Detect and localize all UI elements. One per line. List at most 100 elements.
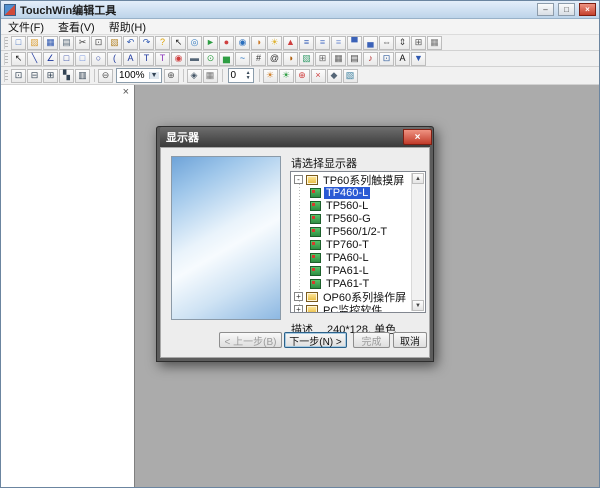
dialog-close-button[interactable]: × bbox=[403, 129, 432, 145]
clear-icon[interactable]: × bbox=[310, 68, 326, 83]
static-text-icon[interactable]: T bbox=[139, 51, 154, 66]
open-icon[interactable]: ▨ bbox=[27, 35, 42, 50]
grid-icon[interactable]: ▦ bbox=[427, 35, 442, 50]
menu-view[interactable]: 查看(V) bbox=[51, 19, 102, 34]
image-library-icon[interactable]: ▧ bbox=[342, 68, 358, 83]
arc-icon[interactable]: ( bbox=[107, 51, 122, 66]
back-button[interactable]: < 上一步(B) bbox=[219, 332, 282, 348]
online-simulate-icon[interactable]: ☀ bbox=[278, 68, 294, 83]
titlebar[interactable]: TouchWin编辑工具 – □ × bbox=[1, 1, 599, 19]
rect-icon[interactable]: □ bbox=[59, 51, 74, 66]
group-icon[interactable]: ⊞ bbox=[411, 35, 426, 50]
scroll-down-icon[interactable]: ▼ bbox=[412, 300, 424, 311]
number-display-icon[interactable]: # bbox=[251, 51, 266, 66]
state-spinner[interactable]: 0 ▲ ▼ bbox=[227, 68, 254, 83]
arrange-icons-icon[interactable]: ▚ bbox=[59, 68, 74, 83]
scroll-up-icon[interactable]: ▲ bbox=[412, 173, 424, 184]
round-rect-icon[interactable]: □ bbox=[75, 51, 90, 66]
download-icon[interactable]: ▼ bbox=[411, 51, 426, 66]
tree-item-pc[interactable]: + PC监控软件 bbox=[292, 303, 410, 312]
undo-icon[interactable]: ↶ bbox=[123, 35, 138, 50]
tree-item-tp60[interactable]: - TP60系列触摸屏 bbox=[292, 173, 410, 187]
help-icon[interactable]: ? bbox=[155, 35, 170, 50]
menu-file[interactable]: 文件(F) bbox=[1, 19, 51, 34]
zoom-tool-icon[interactable]: ◎ bbox=[187, 35, 202, 50]
text-icon[interactable]: A bbox=[123, 51, 138, 66]
dynamic-text-icon[interactable]: T bbox=[155, 51, 170, 66]
system-settings-icon[interactable]: ◆ bbox=[326, 68, 342, 83]
spinner-down-icon[interactable]: ▼ bbox=[246, 75, 251, 81]
expand-icon[interactable]: + bbox=[294, 292, 303, 301]
window-icon[interactable]: ⊡ bbox=[379, 51, 394, 66]
paste-icon[interactable]: ▧ bbox=[107, 35, 122, 50]
trend-icon[interactable]: ~ bbox=[235, 51, 250, 66]
toolbar-grip[interactable] bbox=[4, 52, 8, 65]
close-button[interactable]: × bbox=[579, 3, 596, 16]
cascade-windows-icon[interactable]: ⊡ bbox=[11, 68, 26, 83]
keyboard-icon[interactable]: ▤ bbox=[347, 51, 362, 66]
align-center-icon[interactable]: ≡ bbox=[315, 35, 330, 50]
pointer-icon[interactable]: ↖ bbox=[171, 35, 186, 50]
minimize-button[interactable]: – bbox=[537, 3, 554, 16]
alarm-icon[interactable]: ♪ bbox=[363, 51, 378, 66]
font-icon[interactable]: A bbox=[395, 51, 410, 66]
lamp-icon[interactable]: ☀ bbox=[267, 35, 282, 50]
align-right-icon[interactable]: ≡ bbox=[331, 35, 346, 50]
collapse-icon[interactable]: - bbox=[294, 175, 303, 184]
clock-icon[interactable]: ◑ bbox=[251, 35, 266, 50]
panel-close-button[interactable]: × bbox=[123, 86, 129, 98]
table-icon[interactable]: ▦ bbox=[331, 51, 346, 66]
tree-scrollbar[interactable]: ▲ ▼ bbox=[411, 173, 424, 311]
bargraph-icon[interactable]: ▅ bbox=[219, 51, 234, 66]
tree-item-tp560-l[interactable]: TP560-L bbox=[292, 199, 410, 212]
display-tree[interactable]: - TP60系列触摸屏 TP460-L TP560-L TP560-G TP560/1/2… bbox=[290, 171, 426, 313]
zoom-in-icon[interactable]: ⊕ bbox=[163, 68, 179, 83]
zoom-select[interactable]: 100% ▼ bbox=[116, 68, 162, 83]
eye-icon[interactable]: ◉ bbox=[235, 35, 250, 50]
print-icon[interactable]: ▤ bbox=[59, 35, 74, 50]
save-icon[interactable]: ▦ bbox=[43, 35, 58, 50]
align-top-icon[interactable]: ▀ bbox=[347, 35, 362, 50]
select-icon[interactable]: ↖ bbox=[11, 51, 26, 66]
pan-icon[interactable]: ◈ bbox=[186, 68, 202, 83]
chevron-down-icon[interactable]: ▼ bbox=[148, 72, 159, 79]
redo-icon[interactable]: ↷ bbox=[139, 35, 154, 50]
tree-item-tp560-1-2-t[interactable]: TP560/1/2-T bbox=[292, 225, 410, 238]
finish-button[interactable]: 完成 bbox=[353, 332, 390, 348]
line-icon[interactable]: ╲ bbox=[27, 51, 42, 66]
toolbox-icon[interactable]: ▥ bbox=[75, 68, 90, 83]
switch-icon[interactable]: ⊙ bbox=[203, 51, 218, 66]
grid-toggle-icon[interactable]: ▦ bbox=[202, 68, 218, 83]
scale-icon[interactable]: ⊞ bbox=[315, 51, 330, 66]
flag-icon[interactable]: ▲ bbox=[283, 35, 298, 50]
tile-vertical-icon[interactable]: ⊞ bbox=[43, 68, 58, 83]
tree-item-tpa61-l[interactable]: TPA61-L bbox=[292, 264, 410, 277]
spinner-arrows[interactable]: ▲ ▼ bbox=[246, 70, 251, 81]
align-bottom-icon[interactable]: ▄ bbox=[363, 35, 378, 50]
toolbar-grip[interactable] bbox=[4, 36, 8, 49]
dialog-titlebar[interactable]: 显示器 × bbox=[160, 127, 432, 147]
copy-icon[interactable]: ⊡ bbox=[91, 35, 106, 50]
offline-simulate-icon[interactable]: ☀ bbox=[262, 68, 278, 83]
next-button[interactable]: 下一步(N) > bbox=[284, 332, 347, 348]
same-width-icon[interactable]: ⇔ bbox=[379, 35, 394, 50]
expand-icon[interactable]: + bbox=[294, 305, 303, 312]
polyline-icon[interactable]: ∠ bbox=[43, 51, 58, 66]
align-left-icon[interactable]: ≡ bbox=[299, 35, 314, 50]
maximize-button[interactable]: □ bbox=[558, 3, 575, 16]
image-icon[interactable]: ▧ bbox=[299, 51, 314, 66]
ellipse-icon[interactable]: ○ bbox=[91, 51, 106, 66]
tree-item-tp460-l[interactable]: TP460-L bbox=[292, 186, 410, 199]
simulate-icon[interactable]: ► bbox=[203, 35, 218, 50]
text-input-icon[interactable]: @ bbox=[267, 51, 282, 66]
download-app-icon[interactable]: ⊕ bbox=[294, 68, 310, 83]
tree-item-tp560-g[interactable]: TP560-G bbox=[292, 212, 410, 225]
button-icon[interactable]: ▬ bbox=[187, 51, 202, 66]
tree-item-tp760-t[interactable]: TP760-T bbox=[292, 238, 410, 251]
new-icon[interactable]: □ bbox=[11, 35, 26, 50]
cancel-button[interactable]: 取消 bbox=[393, 332, 427, 348]
time-display-icon[interactable]: ◑ bbox=[283, 51, 298, 66]
indicator-lamp-icon[interactable]: ◉ bbox=[171, 51, 186, 66]
same-height-icon[interactable]: ⇕ bbox=[395, 35, 410, 50]
stop-icon[interactable]: ● bbox=[219, 35, 234, 50]
